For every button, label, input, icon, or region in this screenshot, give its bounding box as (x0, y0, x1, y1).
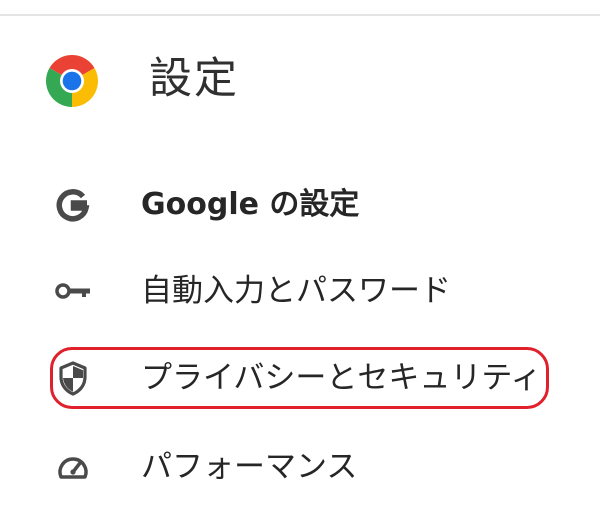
settings-sidebar: 設定 Google の設定 自動入力とパスワード プライバシーとセキュリティ パ… (0, 0, 600, 522)
sidebar-item-label: パフォーマンス (141, 449, 358, 485)
speedometer-icon (58, 457, 88, 479)
sidebar-item-performance[interactable]: パフォーマンス (0, 432, 600, 502)
sidebar-item-label: プライバシーとセキュリティ (141, 360, 542, 396)
sidebar-item-google-settings[interactable]: Google の設定 (0, 170, 600, 240)
page-title: 設定 (149, 54, 239, 104)
key-icon (55, 283, 90, 299)
sidebar-item-label: 自動入力とパスワード (141, 273, 451, 309)
top-divider (0, 14, 600, 16)
settings-header: 設定 (0, 40, 600, 120)
sidebar-item-autofill-passwords[interactable]: 自動入力とパスワード (0, 256, 600, 326)
google-g-icon (56, 189, 90, 222)
chrome-logo-icon (46, 55, 98, 107)
sidebar-item-privacy-security[interactable]: プライバシーとセキュリティ (0, 343, 600, 413)
shield-icon (59, 361, 87, 396)
sidebar-item-label: Google の設定 (141, 187, 360, 222)
